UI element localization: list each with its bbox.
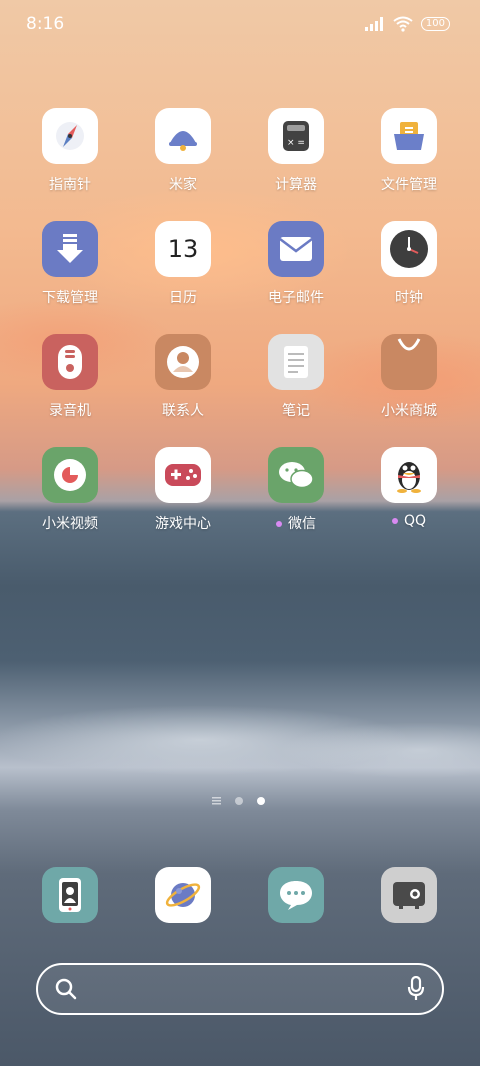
app-label: 米家 <box>169 177 197 193</box>
app-downloads[interactable]: 下载管理 <box>15 221 125 307</box>
calendar-date: 13 <box>167 235 199 263</box>
app-label: QQ <box>354 513 464 529</box>
gamepad-icon <box>155 447 211 503</box>
shopping-bag-icon <box>381 334 437 390</box>
app-label: 指南针 <box>49 177 91 193</box>
app-email[interactable]: 电子邮件 <box>241 221 351 307</box>
app-notes[interactable]: 笔记 <box>241 334 351 420</box>
search-bar[interactable] <box>36 963 444 1015</box>
app-compass[interactable]: 指南针 <box>15 108 125 194</box>
microphone-icon[interactable] <box>406 976 426 1002</box>
app-label: 联系人 <box>162 403 204 419</box>
new-badge-dot <box>276 521 282 527</box>
lamp-icon <box>155 108 211 164</box>
search-icon[interactable] <box>54 977 78 1001</box>
dock-wallet[interactable] <box>354 867 464 923</box>
dock-browser[interactable] <box>128 867 238 923</box>
app-label: 微信 <box>241 513 351 533</box>
signal-icon <box>364 17 383 31</box>
clock-icon <box>381 221 437 277</box>
app-mi-video[interactable]: 小米视频 <box>15 447 125 533</box>
app-label: 录音机 <box>49 403 91 419</box>
app-game-center[interactable]: 游戏中心 <box>128 447 238 533</box>
svg-text:× =: × = <box>287 138 305 148</box>
video-icon <box>42 447 98 503</box>
app-mijia[interactable]: 米家 <box>128 108 238 194</box>
app-label: 游戏中心 <box>155 516 211 532</box>
browser-icon <box>155 867 211 923</box>
battery-indicator: 100 <box>420 17 450 31</box>
status-bar: 8:16 100 <box>26 14 450 36</box>
page-dot <box>235 797 243 805</box>
notes-icon <box>268 334 324 390</box>
app-label: 时钟 <box>395 290 423 306</box>
app-label: 笔记 <box>282 403 310 419</box>
wechat-icon <box>268 447 324 503</box>
folder-icon <box>381 108 437 164</box>
dock-messages[interactable] <box>241 867 351 923</box>
contact-icon <box>155 334 211 390</box>
app-label: 小米商城 <box>381 403 437 419</box>
calendar-icon: 13 <box>155 221 211 277</box>
app-qq[interactable]: QQ <box>354 447 464 529</box>
app-wechat[interactable]: 微信 <box>241 447 351 533</box>
messages-icon <box>268 867 324 923</box>
app-file-manager[interactable]: 文件管理 <box>354 108 464 194</box>
app-contacts[interactable]: 联系人 <box>128 334 238 420</box>
app-calculator[interactable]: × = 计算器 <box>241 108 351 194</box>
new-badge-dot <box>391 518 398 524</box>
app-mi-store[interactable]: 小米商城 <box>354 334 464 420</box>
mail-icon <box>268 221 324 277</box>
app-label: 计算器 <box>275 177 317 193</box>
app-label: 下载管理 <box>42 290 98 306</box>
app-calendar[interactable]: 13 日历 <box>128 221 238 307</box>
menu-lines-icon <box>212 797 221 805</box>
page-indicator[interactable] <box>212 797 265 805</box>
download-icon <box>42 221 98 277</box>
recorder-icon <box>42 334 98 390</box>
app-label: 日历 <box>169 290 197 306</box>
phone-manager-icon <box>42 867 98 923</box>
compass-icon <box>42 108 98 164</box>
wifi-icon <box>393 16 413 32</box>
dock-phone-manager[interactable] <box>15 867 125 923</box>
wallet-icon <box>381 867 437 923</box>
app-label: 电子邮件 <box>268 290 324 306</box>
app-label: 文件管理 <box>381 177 437 193</box>
app-recorder[interactable]: 录音机 <box>15 334 125 420</box>
penguin-icon <box>381 447 437 503</box>
status-time: 8:16 <box>26 14 65 34</box>
app-label: 小米视频 <box>42 516 98 532</box>
calculator-icon: × = <box>268 108 324 164</box>
app-clock[interactable]: 时钟 <box>354 221 464 307</box>
page-dot-active <box>257 797 265 805</box>
